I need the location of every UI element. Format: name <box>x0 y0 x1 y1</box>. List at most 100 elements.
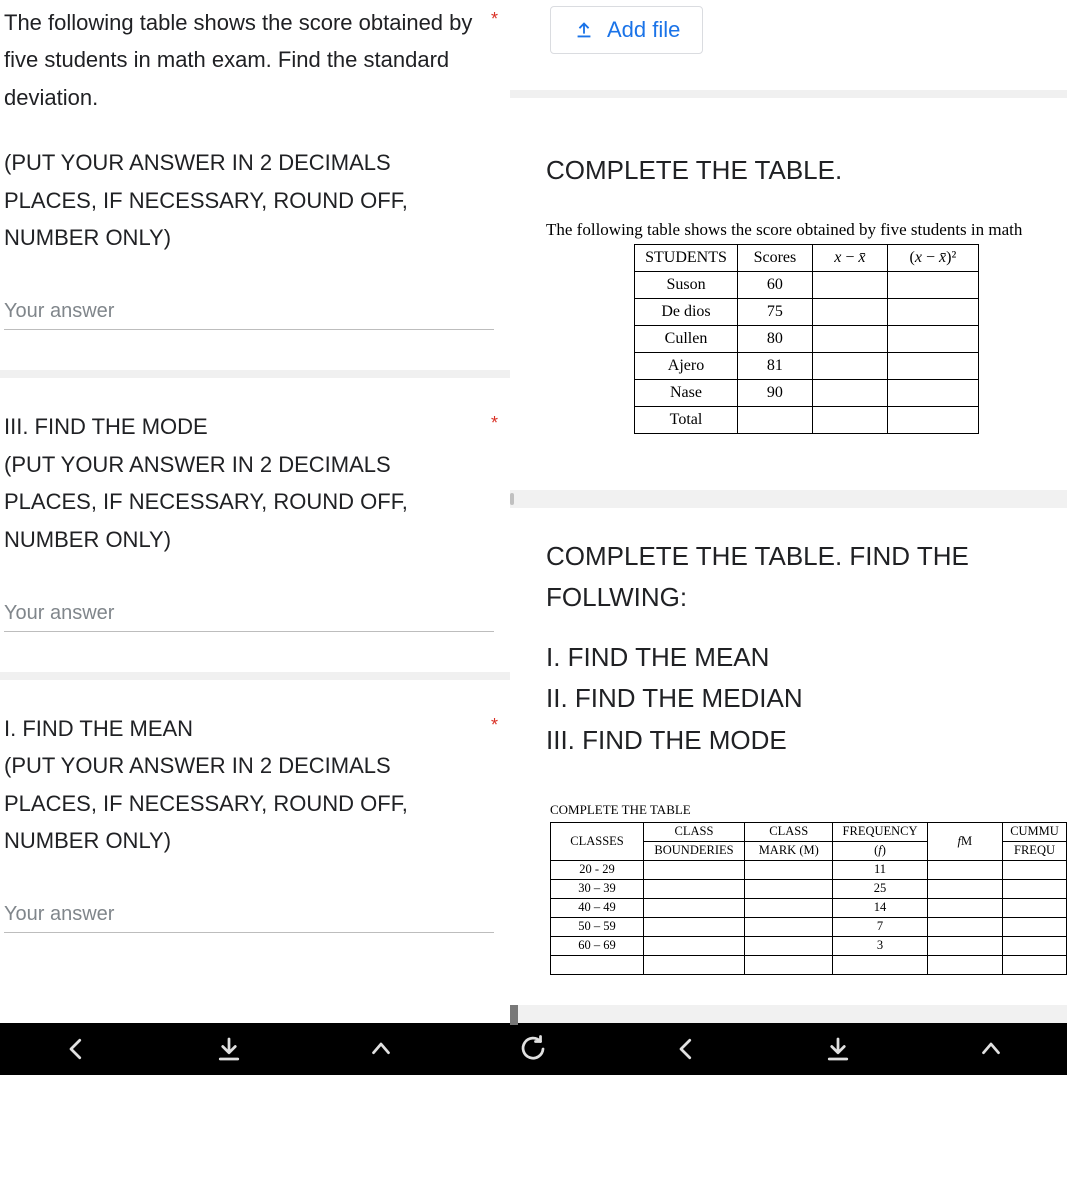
cell <box>644 936 745 955</box>
cell <box>887 379 978 406</box>
cell <box>644 898 745 917</box>
cell: 30 – 39 <box>551 879 644 898</box>
col-cummu-2: FREQU <box>1003 841 1067 860</box>
cell: Cullen <box>635 325 738 352</box>
question-title: I. FIND THE MEAN <box>4 716 193 741</box>
answer-input-mean[interactable] <box>4 897 494 933</box>
cell <box>927 955 1002 974</box>
cell: Suson <box>635 271 738 298</box>
upload-icon <box>573 19 595 41</box>
cell <box>745 860 833 879</box>
cell <box>887 271 978 298</box>
nav-download-icon-2[interactable] <box>823 1034 853 1064</box>
cell: 25 <box>833 879 927 898</box>
nav-up-icon[interactable] <box>366 1034 396 1064</box>
col-fm: fM <box>927 822 1002 860</box>
col-frequency-2: (f) <box>833 841 927 860</box>
cell <box>1003 936 1067 955</box>
cell: 40 – 49 <box>551 898 644 917</box>
cell: 60 – 69 <box>551 936 644 955</box>
cell: Total <box>635 406 738 433</box>
table-row: 50 – 59 7 <box>551 917 1067 936</box>
table-row: 20 - 29 11 <box>551 860 1067 879</box>
cell <box>812 352 887 379</box>
cell: 50 – 59 <box>551 917 644 936</box>
answer-input-mode[interactable] <box>4 596 494 632</box>
col-cummu-1: CUMMU <box>1003 822 1067 841</box>
nav-back-icon-2[interactable] <box>671 1034 701 1064</box>
col-students: STUDENTS <box>635 244 738 271</box>
col-xminusxbar: x − x̄ <box>812 244 887 271</box>
cell <box>644 879 745 898</box>
cell: 90 <box>737 379 812 406</box>
cell: De dios <box>635 298 738 325</box>
cell <box>927 898 1002 917</box>
cell <box>927 860 1002 879</box>
table-row: Ajero 81 <box>635 352 979 379</box>
cell <box>833 955 927 974</box>
find-mean-label: I. FIND THE MEAN <box>546 637 1067 679</box>
table-row: Total <box>635 406 979 433</box>
cell <box>812 379 887 406</box>
scrollbar-thumb[interactable] <box>510 493 514 505</box>
nav-back-icon[interactable] <box>61 1034 91 1064</box>
cell <box>745 936 833 955</box>
question-mean: I. FIND THE MEAN * (PUT YOUR ANSWER IN 2… <box>4 680 506 974</box>
cell <box>551 955 644 974</box>
table-row: Cullen 80 <box>635 325 979 352</box>
table-row: 60 – 69 3 <box>551 936 1067 955</box>
frequency-table: CLASSES CLASS CLASS FREQUENCY fM CUMMU B… <box>550 822 1067 975</box>
required-asterisk: * <box>491 4 498 35</box>
cell <box>927 936 1002 955</box>
add-file-button[interactable]: Add file <box>550 6 703 54</box>
nav-download-icon[interactable] <box>214 1034 244 1064</box>
table-row: De dios 75 <box>635 298 979 325</box>
separator <box>0 370 510 378</box>
question-std-dev: The following table shows the score obta… <box>4 4 506 370</box>
col-class-mark-1: CLASS <box>745 822 833 841</box>
freq-table-caption: COMPLETE THE TABLE <box>550 802 1067 818</box>
cell <box>1003 917 1067 936</box>
answer-input-std-dev[interactable] <box>4 294 494 330</box>
score-table-caption: The following table shows the score obta… <box>546 220 1067 240</box>
cell: 81 <box>737 352 812 379</box>
nav-up-icon-2[interactable] <box>976 1034 1006 1064</box>
cell: 7 <box>833 917 927 936</box>
cell <box>644 860 745 879</box>
table-row: Nase 90 <box>635 379 979 406</box>
left-column: The following table shows the score obta… <box>0 0 510 1023</box>
cell <box>1003 860 1067 879</box>
cell: Nase <box>635 379 738 406</box>
question-mode: III. FIND THE MODE * (PUT YOUR ANSWER IN… <box>4 378 506 672</box>
table-header-row: CLASSES CLASS CLASS FREQUENCY fM CUMMU <box>551 822 1067 841</box>
separator <box>0 672 510 680</box>
cell: 60 <box>737 271 812 298</box>
table-row: 30 – 39 25 <box>551 879 1067 898</box>
horizontal-scrollbar[interactable] <box>510 490 1067 508</box>
table-row: Suson 60 <box>635 271 979 298</box>
col-class-mark-2: MARK (M) <box>745 841 833 860</box>
nav-refresh-icon[interactable] <box>518 1034 548 1064</box>
complete-table-title: COMPLETE THE TABLE. <box>546 150 1067 192</box>
horizontal-scrollbar[interactable] <box>510 1005 1067 1023</box>
cell: 14 <box>833 898 927 917</box>
cell <box>927 917 1002 936</box>
find-median-label: II. FIND THE MEDIAN <box>546 678 1067 720</box>
cell <box>812 298 887 325</box>
required-asterisk: * <box>491 710 498 741</box>
add-file-label: Add file <box>607 17 680 43</box>
complete-table-title-2: COMPLETE THE TABLE. FIND THE FOLLWING: <box>546 536 1067 619</box>
question-instructions: (PUT YOUR ANSWER IN 2 DECIMALS PLACES, I… <box>4 150 408 250</box>
cell: Ajero <box>635 352 738 379</box>
question-instructions: (PUT YOUR ANSWER IN 2 DECIMALS PLACES, I… <box>4 452 408 552</box>
question-title: III. FIND THE MODE <box>4 414 208 439</box>
cell <box>737 406 812 433</box>
col-xminusxbar-sq: (x − x̄)² <box>887 244 978 271</box>
cell <box>745 955 833 974</box>
cell: 11 <box>833 860 927 879</box>
bottom-nav-bar <box>0 1023 1067 1075</box>
cell <box>745 917 833 936</box>
col-frequency-1: FREQUENCY <box>833 822 927 841</box>
scrollbar-thumb[interactable] <box>510 1005 518 1025</box>
cell <box>644 917 745 936</box>
